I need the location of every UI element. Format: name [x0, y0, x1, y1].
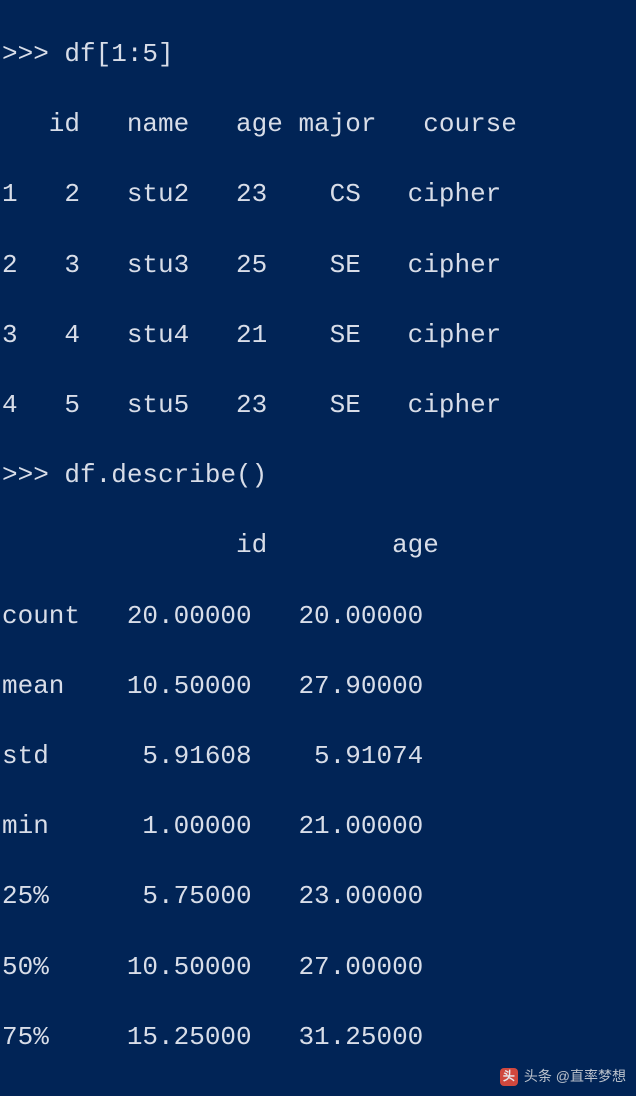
describe-row: count 20.00000 20.00000 — [2, 599, 634, 634]
watermark: 头 头条 @直率梦想 — [500, 1067, 626, 1086]
describe-header: id age — [2, 528, 634, 563]
cmd-slice: df[1:5] — [64, 39, 173, 69]
watermark-label: 头条 @直率梦想 — [524, 1067, 626, 1086]
slice-row: 2 3 stu3 25 SE cipher — [2, 248, 634, 283]
prompt-prefix: >>> — [2, 39, 49, 69]
describe-row: 75% 15.25000 31.25000 — [2, 1020, 634, 1055]
describe-row: std 5.91608 5.91074 — [2, 739, 634, 774]
describe-row: 50% 10.50000 27.00000 — [2, 950, 634, 985]
prompt-prefix: >>> — [2, 460, 49, 490]
prompt-line-describe: >>> df.describe() — [2, 458, 634, 493]
slice-row: 3 4 stu4 21 SE cipher — [2, 318, 634, 353]
describe-row: min 1.00000 21.00000 — [2, 809, 634, 844]
slice-row: 1 2 stu2 23 CS cipher — [2, 177, 634, 212]
describe-row: 25% 5.75000 23.00000 — [2, 879, 634, 914]
watermark-logo-icon: 头 — [500, 1068, 518, 1086]
terminal[interactable]: >>> df[1:5] id name age major course 1 2… — [0, 0, 636, 1096]
cmd-describe: df.describe() — [64, 460, 267, 490]
describe-row: mean 10.50000 27.90000 — [2, 669, 634, 704]
slice-row: 4 5 stu5 23 SE cipher — [2, 388, 634, 423]
describe-row: max 20.00000 43.00000 — [2, 1090, 634, 1096]
slice-header: id name age major course — [2, 107, 634, 142]
prompt-line-slice: >>> df[1:5] — [2, 37, 634, 72]
